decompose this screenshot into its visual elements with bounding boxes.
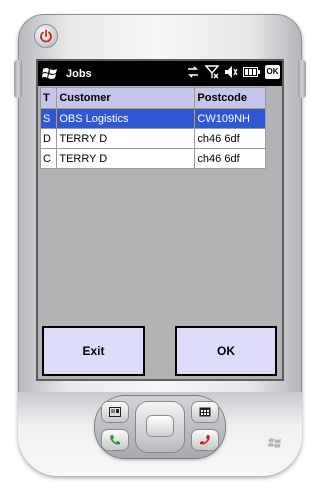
volume-mute-icon[interactable]	[224, 65, 238, 79]
end-call-icon	[200, 435, 210, 445]
table-row[interactable]: C TERRY D ch46 6df	[39, 148, 266, 169]
dpad-action-button[interactable]	[147, 416, 173, 436]
call-hardware-button[interactable]	[102, 430, 128, 450]
cell-customer: OBS Logistics	[56, 108, 196, 129]
cell-type: C	[39, 148, 58, 169]
column-header-postcode[interactable]: Postcode	[194, 87, 266, 109]
side-button-left[interactable]	[14, 60, 22, 98]
calendar-hardware-button[interactable]	[192, 402, 218, 422]
cell-postcode: CW109NH	[194, 108, 266, 129]
cell-customer: TERRY D	[56, 128, 196, 149]
title-ok-button[interactable]: OK	[265, 65, 280, 79]
cell-customer: TERRY D	[56, 148, 196, 169]
cell-postcode: ch46 6df	[194, 128, 266, 149]
cell-type: S	[39, 108, 58, 129]
cell-postcode: ch46 6df	[194, 148, 266, 169]
windows-logo-icon	[268, 438, 281, 448]
title-bar: Jobs OK	[38, 61, 282, 86]
battery-icon[interactable]	[243, 66, 260, 78]
contacts-icon	[109, 407, 121, 417]
sync-icon[interactable]	[186, 65, 200, 79]
table-row[interactable]: S OBS Logistics CW109NH	[39, 108, 266, 129]
calendar-icon	[199, 407, 211, 417]
contacts-hardware-button[interactable]	[102, 402, 128, 422]
column-header-customer[interactable]: Customer	[56, 87, 196, 109]
signal-off-icon[interactable]	[205, 65, 219, 79]
power-button[interactable]	[35, 25, 57, 47]
jobs-grid: T Customer Postcode S OBS Logistics CW10…	[39, 87, 266, 169]
grid-header-row: T Customer Postcode	[39, 87, 266, 109]
cell-type: D	[39, 128, 58, 149]
power-icon	[40, 29, 52, 43]
end-call-hardware-button[interactable]	[192, 430, 218, 450]
start-flag-icon[interactable]	[42, 66, 58, 82]
exit-button[interactable]: Exit	[42, 326, 145, 376]
window-title: Jobs	[66, 67, 92, 80]
column-header-type[interactable]: T	[39, 87, 58, 109]
side-button-right[interactable]	[298, 60, 306, 98]
table-row[interactable]: D TERRY D ch46 6df	[39, 128, 266, 149]
call-icon	[110, 435, 120, 445]
ok-button[interactable]: OK	[175, 326, 277, 376]
